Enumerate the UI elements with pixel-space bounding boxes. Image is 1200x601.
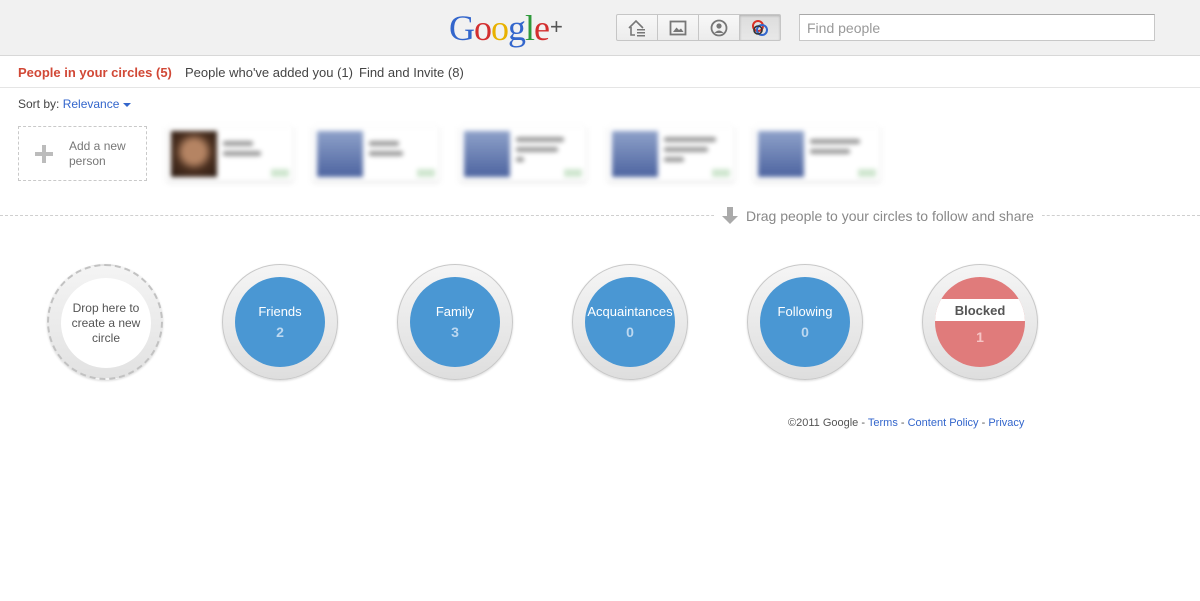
profile-icon bbox=[710, 19, 728, 36]
circle-count: 3 bbox=[451, 324, 459, 340]
top-bar: Google+ bbox=[0, 0, 1200, 56]
terms-link[interactable]: Terms bbox=[868, 417, 898, 429]
profile-nav-button[interactable] bbox=[698, 14, 740, 41]
photos-icon bbox=[669, 20, 687, 35]
circle-name: Acquaintances bbox=[587, 304, 673, 319]
circle-acquaintances[interactable]: Acquaintances 0 bbox=[572, 264, 688, 380]
chevron-down-icon bbox=[123, 102, 132, 107]
circle-following[interactable]: Following 0 bbox=[747, 264, 863, 380]
avatar bbox=[171, 131, 217, 177]
circle-count: 1 bbox=[976, 329, 984, 345]
circles-nav-button[interactable] bbox=[739, 14, 781, 41]
avatar bbox=[464, 131, 510, 177]
sort-label: Sort by: bbox=[18, 97, 60, 111]
home-stream-icon bbox=[628, 19, 645, 36]
drag-hint: Drag people to your circles to follow an… bbox=[714, 205, 1042, 227]
circle-count: 0 bbox=[626, 324, 634, 340]
privacy-link[interactable]: Privacy bbox=[988, 417, 1024, 429]
sort-dropdown[interactable]: Relevance bbox=[63, 97, 132, 111]
sort-control: Sort by: Relevance bbox=[18, 97, 132, 111]
add-new-person-button[interactable]: Add a new person bbox=[18, 126, 147, 181]
circle-name: Blocked bbox=[935, 299, 1025, 321]
new-circle-drop-target[interactable]: Drop here to create a new circle bbox=[47, 264, 163, 380]
circle-name: Family bbox=[435, 304, 475, 319]
content-policy-link[interactable]: Content Policy bbox=[908, 417, 979, 429]
circle-name: Following bbox=[777, 304, 833, 319]
google-plus-logo[interactable]: Google+ bbox=[449, 8, 563, 53]
down-arrow-icon bbox=[722, 207, 738, 225]
circle-name: Friends bbox=[258, 304, 302, 319]
find-people-input[interactable] bbox=[799, 14, 1155, 41]
circle-count: 0 bbox=[801, 324, 809, 340]
tab-find-and-invite[interactable]: Find and Invite (8) bbox=[359, 65, 464, 80]
person-card[interactable] bbox=[754, 127, 880, 181]
new-circle-label: Drop here to create a new circle bbox=[61, 278, 151, 368]
photos-nav-button[interactable] bbox=[657, 14, 699, 41]
plus-icon bbox=[19, 126, 69, 181]
avatar bbox=[758, 131, 804, 177]
person-card[interactable] bbox=[460, 127, 586, 181]
main-nav bbox=[616, 14, 781, 41]
person-card[interactable] bbox=[167, 127, 293, 181]
copyright: ©2011 Google bbox=[788, 417, 859, 429]
circle-friends[interactable]: Friends 2 bbox=[222, 264, 338, 380]
person-card[interactable] bbox=[313, 127, 439, 181]
tab-people-who-added-you[interactable]: People who've added you (1) bbox=[185, 65, 353, 80]
person-card[interactable] bbox=[608, 127, 734, 181]
circles-icon bbox=[752, 19, 768, 36]
home-nav-button[interactable] bbox=[616, 14, 658, 41]
tab-people-in-your-circles[interactable]: People in your circles (5) bbox=[18, 65, 172, 80]
footer: ©2011 Google - Terms - Content Policy - … bbox=[788, 417, 1025, 429]
circle-count: 2 bbox=[276, 324, 284, 340]
avatar bbox=[317, 131, 363, 177]
circles-tabs: People in your circles (5) People who've… bbox=[0, 56, 1200, 88]
drag-hint-text: Drag people to your circles to follow an… bbox=[746, 208, 1034, 224]
circle-family[interactable]: Family 3 bbox=[397, 264, 513, 380]
circle-blocked[interactable]: Blocked 1 bbox=[922, 264, 1038, 380]
add-new-person-label: Add a new person bbox=[69, 138, 126, 168]
avatar bbox=[612, 131, 658, 177]
